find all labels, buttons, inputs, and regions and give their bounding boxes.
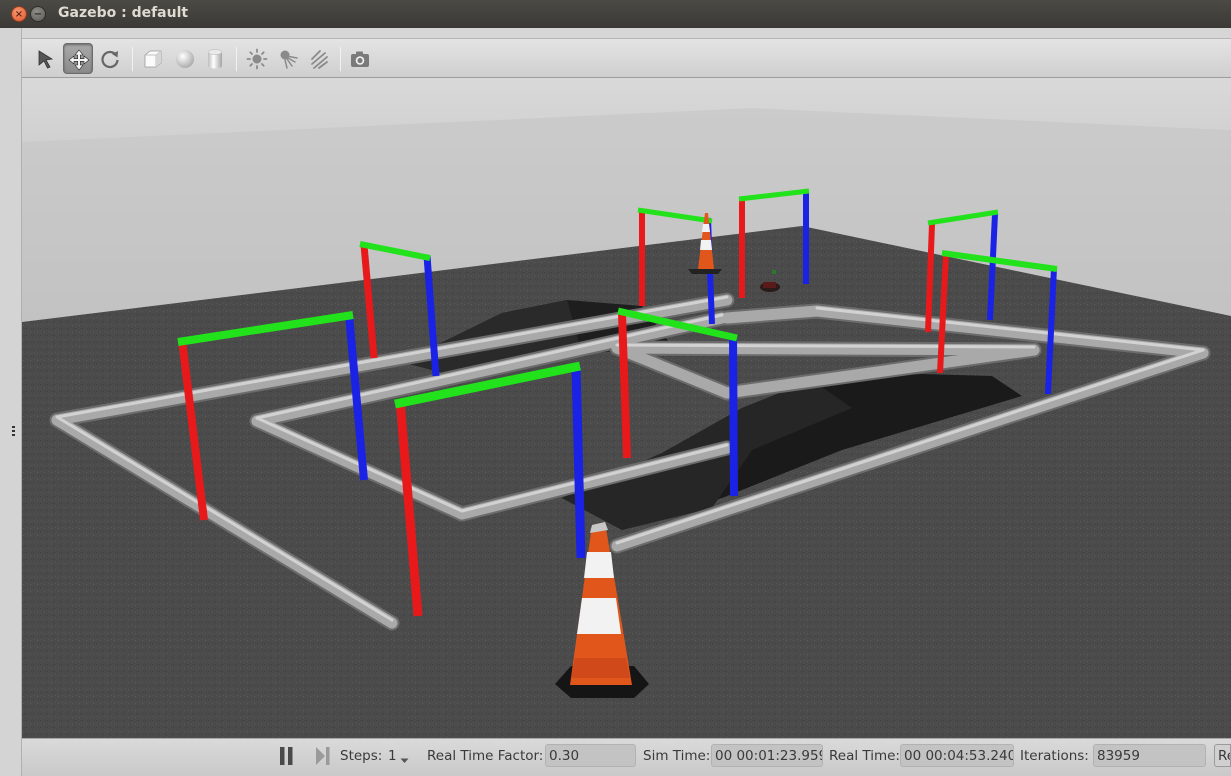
steps-spinbox[interactable]: 1	[388, 748, 397, 764]
box-icon	[144, 50, 162, 68]
steps-label: Steps:	[340, 748, 383, 764]
select-mode-button[interactable]	[31, 43, 61, 74]
sim-time-value: 00 00:01:23.959	[711, 744, 823, 767]
window-title: Gazebo : default	[58, 5, 189, 21]
toolbar-separator	[340, 47, 341, 71]
directional-light-button[interactable]	[304, 43, 334, 74]
cylinder-shape-button[interactable]	[200, 43, 230, 74]
toolbar-separator	[236, 47, 237, 71]
3d-scene-viewport[interactable]	[22, 78, 1231, 738]
real-time-factor-value: 0.30	[545, 744, 636, 767]
real-time-label: Real Time:	[829, 748, 900, 764]
box-shape-button[interactable]	[138, 43, 168, 74]
panel-drag-handle-icon[interactable]	[12, 426, 16, 438]
real-time-factor-label: Real Time Factor:	[427, 748, 544, 764]
arrow-pointer-icon	[38, 50, 54, 69]
status-bar: Steps: 1 Real Time Factor: 0.30 Sim Time…	[22, 738, 1231, 776]
iterations-value: 83959	[1093, 744, 1206, 767]
chevron-down-icon[interactable]	[400, 758, 409, 764]
spot-light-button[interactable]	[273, 43, 303, 74]
point-light-button[interactable]	[242, 43, 272, 74]
directional-light-icon	[311, 50, 328, 69]
sphere-shape-button[interactable]	[170, 43, 200, 74]
title-bar: × − Gazebo : default	[0, 0, 1231, 28]
sim-time-label: Sim Time:	[643, 748, 711, 764]
toolbar	[22, 38, 1231, 78]
rotate-mode-button[interactable]	[95, 43, 125, 74]
step-forward-button[interactable]	[315, 746, 331, 766]
spot-light-icon	[280, 50, 298, 69]
screenshot-button[interactable]	[345, 43, 375, 74]
sphere-icon	[176, 50, 194, 68]
left-panel-collapsed	[0, 28, 22, 776]
sun-icon	[246, 48, 268, 70]
translate-mode-button[interactable]	[63, 43, 93, 74]
cylinder-icon	[207, 49, 223, 69]
reset-time-button[interactable]: Re	[1214, 744, 1231, 767]
toolbar-separator	[132, 47, 133, 71]
move-arrows-icon	[68, 49, 90, 71]
pause-button[interactable]	[279, 746, 295, 766]
iterations-label: Iterations:	[1020, 748, 1089, 764]
close-window-button[interactable]: ×	[11, 6, 27, 22]
rotate-icon	[101, 50, 119, 69]
minimize-window-button[interactable]: −	[30, 6, 46, 22]
real-time-value: 00 00:04:53.240	[900, 744, 1014, 767]
gazebo-window: × − Gazebo : default Steps: 1 Real Time …	[0, 0, 1231, 776]
scene-render[interactable]	[22, 78, 1231, 738]
camera-icon	[351, 51, 369, 67]
